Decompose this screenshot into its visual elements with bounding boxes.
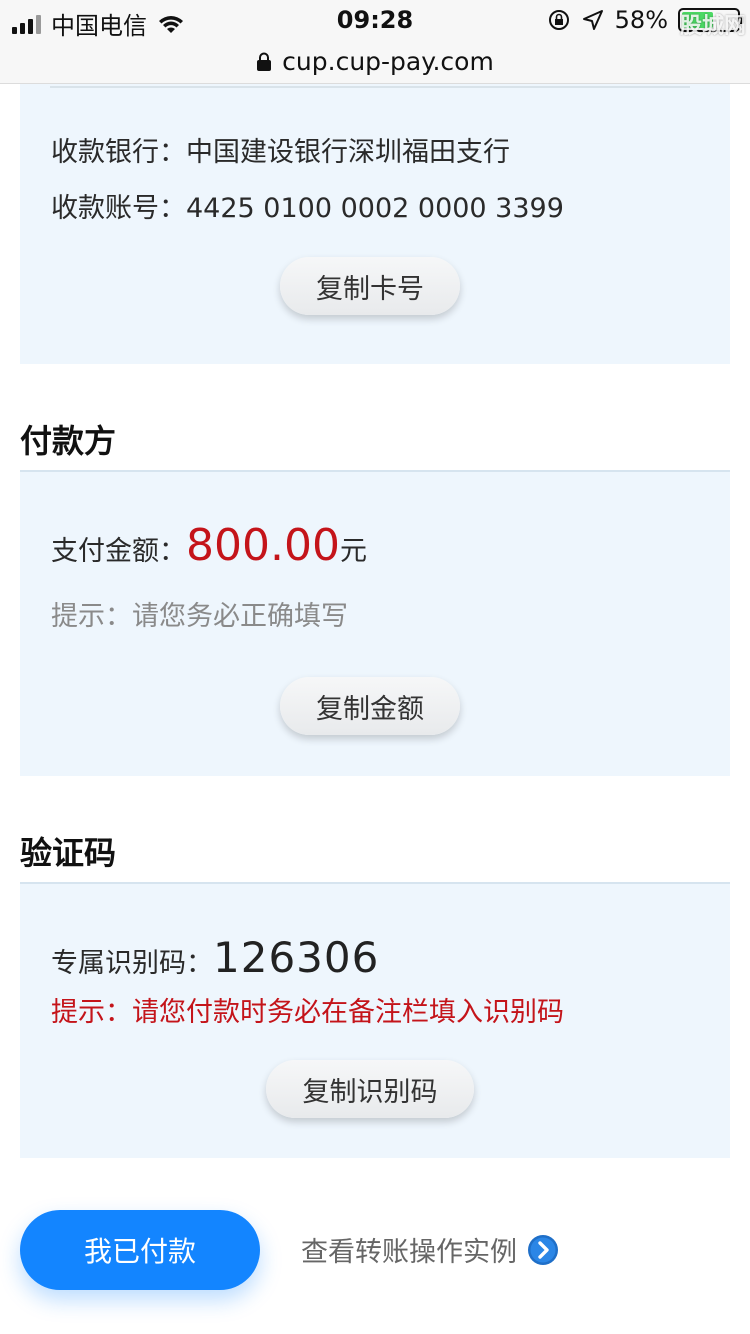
account-row: 收款账号：4425 0100 0002 0000 3399 bbox=[51, 186, 564, 225]
status-bar: 中国电信 09:28 58% 股城网 bbox=[0, 0, 750, 40]
lock-icon bbox=[257, 52, 272, 71]
amount-hint: 提示：请您务必正确填写 bbox=[51, 601, 348, 632]
bank-label: 收款银行： bbox=[51, 137, 186, 168]
verify-panel: 专属识别码：126306 提示：请您付款时务必在备注栏填入识别码 复制识别码 bbox=[20, 884, 730, 1158]
panel-divider bbox=[50, 86, 690, 88]
code-value: 126306 bbox=[213, 933, 380, 982]
chevron-right-circle-icon bbox=[528, 1234, 558, 1265]
location-arrow-icon bbox=[582, 10, 603, 30]
account-label: 收款账号： bbox=[51, 193, 186, 224]
payer-panel: 支付金额：800.00元 提示：请您务必正确填写 复制金额 bbox=[20, 472, 730, 776]
battery-percent: 58% bbox=[614, 6, 668, 34]
amount-label: 支付金额： bbox=[51, 536, 186, 567]
copy-card-button[interactable]: 复制卡号 bbox=[280, 257, 460, 315]
rotation-lock-icon bbox=[548, 10, 569, 30]
payer-section-title: 付款方 bbox=[20, 422, 117, 460]
url-text: cup.cup-pay.com bbox=[282, 47, 494, 76]
payee-panel: 收款银行：中国建设银行深圳福田支行 收款账号：4425 0100 0002 00… bbox=[20, 84, 730, 364]
url-bar[interactable]: cup.cup-pay.com bbox=[0, 40, 750, 84]
copy-amount-button[interactable]: 复制金额 bbox=[280, 677, 460, 735]
amount-row: 支付金额：800.00元 bbox=[51, 520, 367, 578]
example-link-label: 查看转账操作实例 bbox=[301, 1237, 517, 1268]
example-link[interactable]: 查看转账操作实例 bbox=[301, 1230, 559, 1269]
code-hint: 提示：请您付款时务必在备注栏填入识别码 bbox=[51, 997, 564, 1028]
watermark: 股城网 bbox=[679, 14, 746, 39]
amount-value: 800.00 bbox=[186, 520, 340, 571]
verify-section-title: 验证码 bbox=[20, 834, 117, 872]
code-label: 专属识别码： bbox=[51, 948, 213, 979]
code-row: 专属识别码：126306 bbox=[51, 932, 379, 990]
paid-button[interactable]: 我已付款 bbox=[20, 1210, 260, 1290]
copy-code-button[interactable]: 复制识别码 bbox=[266, 1060, 474, 1118]
bank-row: 收款银行：中国建设银行深圳福田支行 bbox=[51, 130, 510, 169]
bank-value: 中国建设银行深圳福田支行 bbox=[186, 137, 510, 168]
account-value: 4425 0100 0002 0000 3399 bbox=[186, 193, 564, 224]
amount-unit: 元 bbox=[339, 536, 367, 567]
